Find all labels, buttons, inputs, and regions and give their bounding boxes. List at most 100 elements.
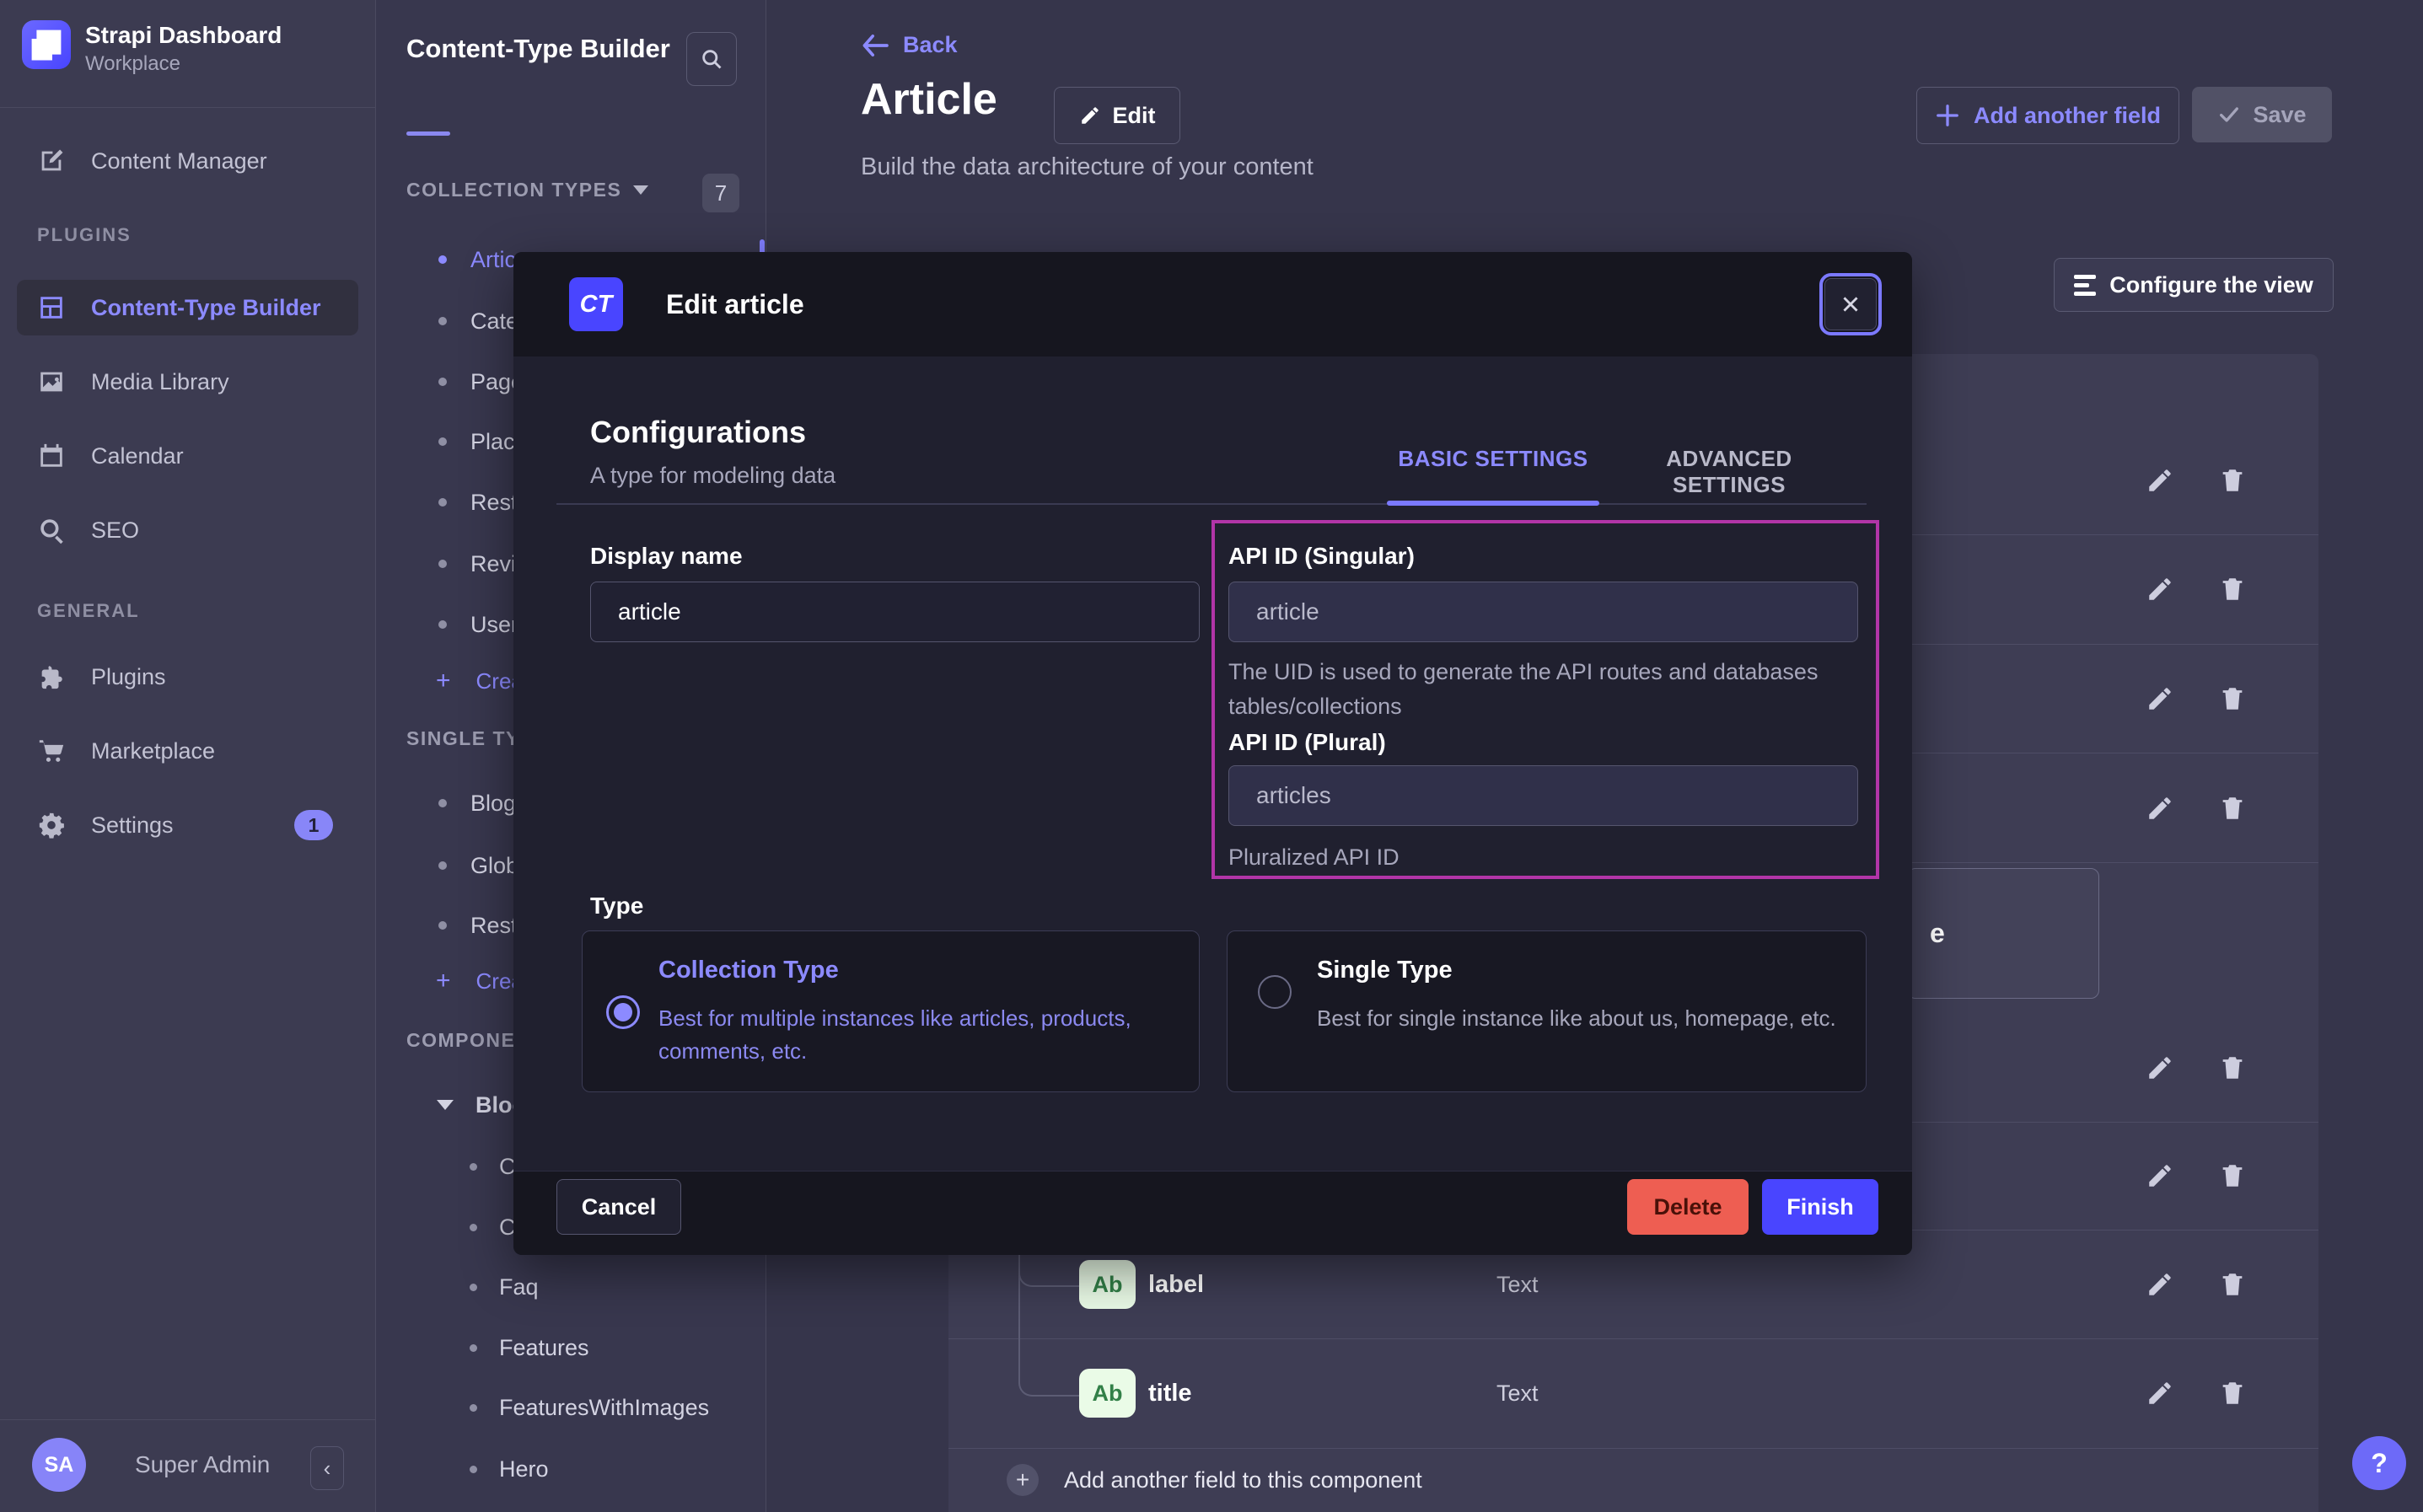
delete-field-icon[interactable] xyxy=(2218,575,2247,603)
sidebar-item-settings[interactable]: Settings 1 xyxy=(17,797,358,853)
delete-field-icon[interactable] xyxy=(2218,1161,2247,1190)
edit-field-icon[interactable] xyxy=(2146,794,2174,823)
item-label: Media Library xyxy=(91,369,229,395)
panel-title: Content-Type Builder xyxy=(406,30,685,67)
add-field-to-component-row[interactable]: + Add another field to this component xyxy=(948,1448,2318,1512)
cancel-button[interactable]: Cancel xyxy=(556,1179,681,1235)
text-field-type-badge: Ab xyxy=(1079,1260,1136,1309)
collection-types-count-badge: 7 xyxy=(702,174,739,212)
field-name: title xyxy=(1148,1380,1192,1407)
row-actions xyxy=(2146,1270,2247,1299)
display-name-input[interactable]: article xyxy=(590,582,1200,642)
item-label: Marketplace xyxy=(91,738,215,764)
row-actions xyxy=(2146,684,2247,713)
user-avatar[interactable]: SA xyxy=(32,1438,86,1492)
radio-unselected-icon[interactable] xyxy=(1258,975,1292,1009)
row-actions xyxy=(2146,1379,2247,1407)
component-item-hero[interactable]: Hero xyxy=(375,1439,766,1499)
single-type-card[interactable]: Single Type Best for single instance lik… xyxy=(1227,930,1867,1092)
api-id-plural-input[interactable]: articles xyxy=(1228,765,1858,826)
delete-field-icon[interactable] xyxy=(2218,1054,2247,1082)
title-accent-bar xyxy=(406,131,450,136)
bullet-icon xyxy=(438,921,447,930)
table-row[interactable]: Ab title Text xyxy=(948,1338,2318,1448)
item-label: Cate xyxy=(470,308,518,335)
item-label: Hero xyxy=(499,1456,549,1483)
component-item-featureswithimages[interactable]: FeaturesWithImages xyxy=(375,1377,766,1438)
add-another-field-button[interactable]: Add another field xyxy=(1916,87,2179,144)
hidden-panel-fragment: e xyxy=(1907,868,2099,999)
configurations-title: Configurations xyxy=(590,415,806,450)
sidebar-item-plugins[interactable]: Plugins xyxy=(17,649,358,705)
check-icon xyxy=(2217,103,2241,126)
sidebar-item-marketplace[interactable]: Marketplace xyxy=(17,723,358,779)
plus-icon: + xyxy=(436,667,451,695)
edit-button[interactable]: Edit xyxy=(1054,87,1180,144)
display-name-value: article xyxy=(618,598,681,625)
close-button[interactable] xyxy=(1819,273,1882,335)
bullet-icon xyxy=(438,378,447,386)
sidebar-item-content-type-builder[interactable]: Content-Type Builder xyxy=(17,280,358,335)
tabs-divider xyxy=(556,503,1867,505)
delete-field-icon[interactable] xyxy=(2218,794,2247,823)
add-field-label: Add another field xyxy=(1974,103,2161,129)
bullet-icon xyxy=(438,560,447,568)
caret-down-icon xyxy=(437,1100,454,1110)
sidebar-item-content-manager[interactable]: Content Manager xyxy=(17,133,358,189)
sidebar-item-media-library[interactable]: Media Library xyxy=(17,354,358,410)
tab-basic-settings[interactable]: BASIC SETTINGS xyxy=(1387,446,1599,472)
edit-label: Edit xyxy=(1113,103,1156,129)
configure-view-button[interactable]: Configure the view xyxy=(2054,258,2334,312)
item-label: Calendar xyxy=(91,443,184,469)
delete-field-icon[interactable] xyxy=(2218,684,2247,713)
edit-field-icon[interactable] xyxy=(2146,575,2174,603)
item-label: FeaturesWithImages xyxy=(499,1395,709,1421)
delete-button[interactable]: Delete xyxy=(1627,1179,1749,1235)
collection-types-label: COLLECTION TYPES xyxy=(406,179,621,201)
component-item-faq[interactable]: Faq xyxy=(375,1257,766,1317)
strapi-logo-icon[interactable] xyxy=(22,20,71,69)
edit-field-icon[interactable] xyxy=(2146,684,2174,713)
edit-field-icon[interactable] xyxy=(2146,1270,2174,1299)
help-button[interactable]: ? xyxy=(2352,1436,2406,1490)
field-type: Text xyxy=(1496,1272,1539,1298)
tab-advanced-settings[interactable]: ADVANCED SETTINGS xyxy=(1623,446,1835,498)
brand-workspace: Workplace xyxy=(85,52,180,76)
delete-field-icon[interactable] xyxy=(2218,1270,2247,1299)
modal-header: CT Edit article xyxy=(513,252,1912,357)
bullet-icon xyxy=(438,437,447,446)
field-name: label xyxy=(1148,1271,1204,1299)
edit-field-icon[interactable] xyxy=(2146,1379,2174,1407)
back-label: Back xyxy=(903,32,958,58)
collection-types-header[interactable]: COLLECTION TYPES xyxy=(406,179,648,201)
bullet-icon xyxy=(438,861,447,870)
finish-button[interactable]: Finish xyxy=(1762,1179,1878,1235)
edit-field-icon[interactable] xyxy=(2146,466,2174,495)
delete-field-icon[interactable] xyxy=(2218,1379,2247,1407)
save-button[interactable]: Save xyxy=(2192,87,2332,142)
collection-type-card[interactable]: Collection Type Best for multiple instan… xyxy=(582,930,1200,1092)
sidebar-item-calendar[interactable]: Calendar xyxy=(17,428,358,484)
single-type-title: Single Type xyxy=(1317,957,1453,984)
plus-icon xyxy=(1935,103,1960,128)
bullet-icon xyxy=(438,620,447,629)
component-item-features[interactable]: Features xyxy=(375,1317,766,1378)
single-type-desc: Best for single instance like about us, … xyxy=(1317,1002,1840,1035)
sidebar-item-seo[interactable]: SEO xyxy=(17,502,358,558)
api-id-singular-input[interactable]: article xyxy=(1228,582,1858,642)
item-label: Revi xyxy=(470,551,516,577)
back-link[interactable]: Back xyxy=(861,32,958,58)
bullet-icon xyxy=(470,1163,477,1171)
pen-square-icon xyxy=(37,147,66,175)
radio-selected-icon[interactable] xyxy=(606,995,640,1029)
bullet-icon xyxy=(470,1404,477,1412)
app-sidebar: Strapi Dashboard Workplace Content Manag… xyxy=(0,0,376,1512)
delete-field-icon[interactable] xyxy=(2218,466,2247,495)
type-label: Type xyxy=(590,893,643,920)
edit-field-icon[interactable] xyxy=(2146,1161,2174,1190)
search-button[interactable] xyxy=(686,32,737,86)
help-label: ? xyxy=(2371,1448,2388,1479)
edit-field-icon[interactable] xyxy=(2146,1054,2174,1082)
collapse-sidebar-button[interactable]: ‹ xyxy=(310,1446,344,1490)
row-actions xyxy=(2146,794,2247,823)
